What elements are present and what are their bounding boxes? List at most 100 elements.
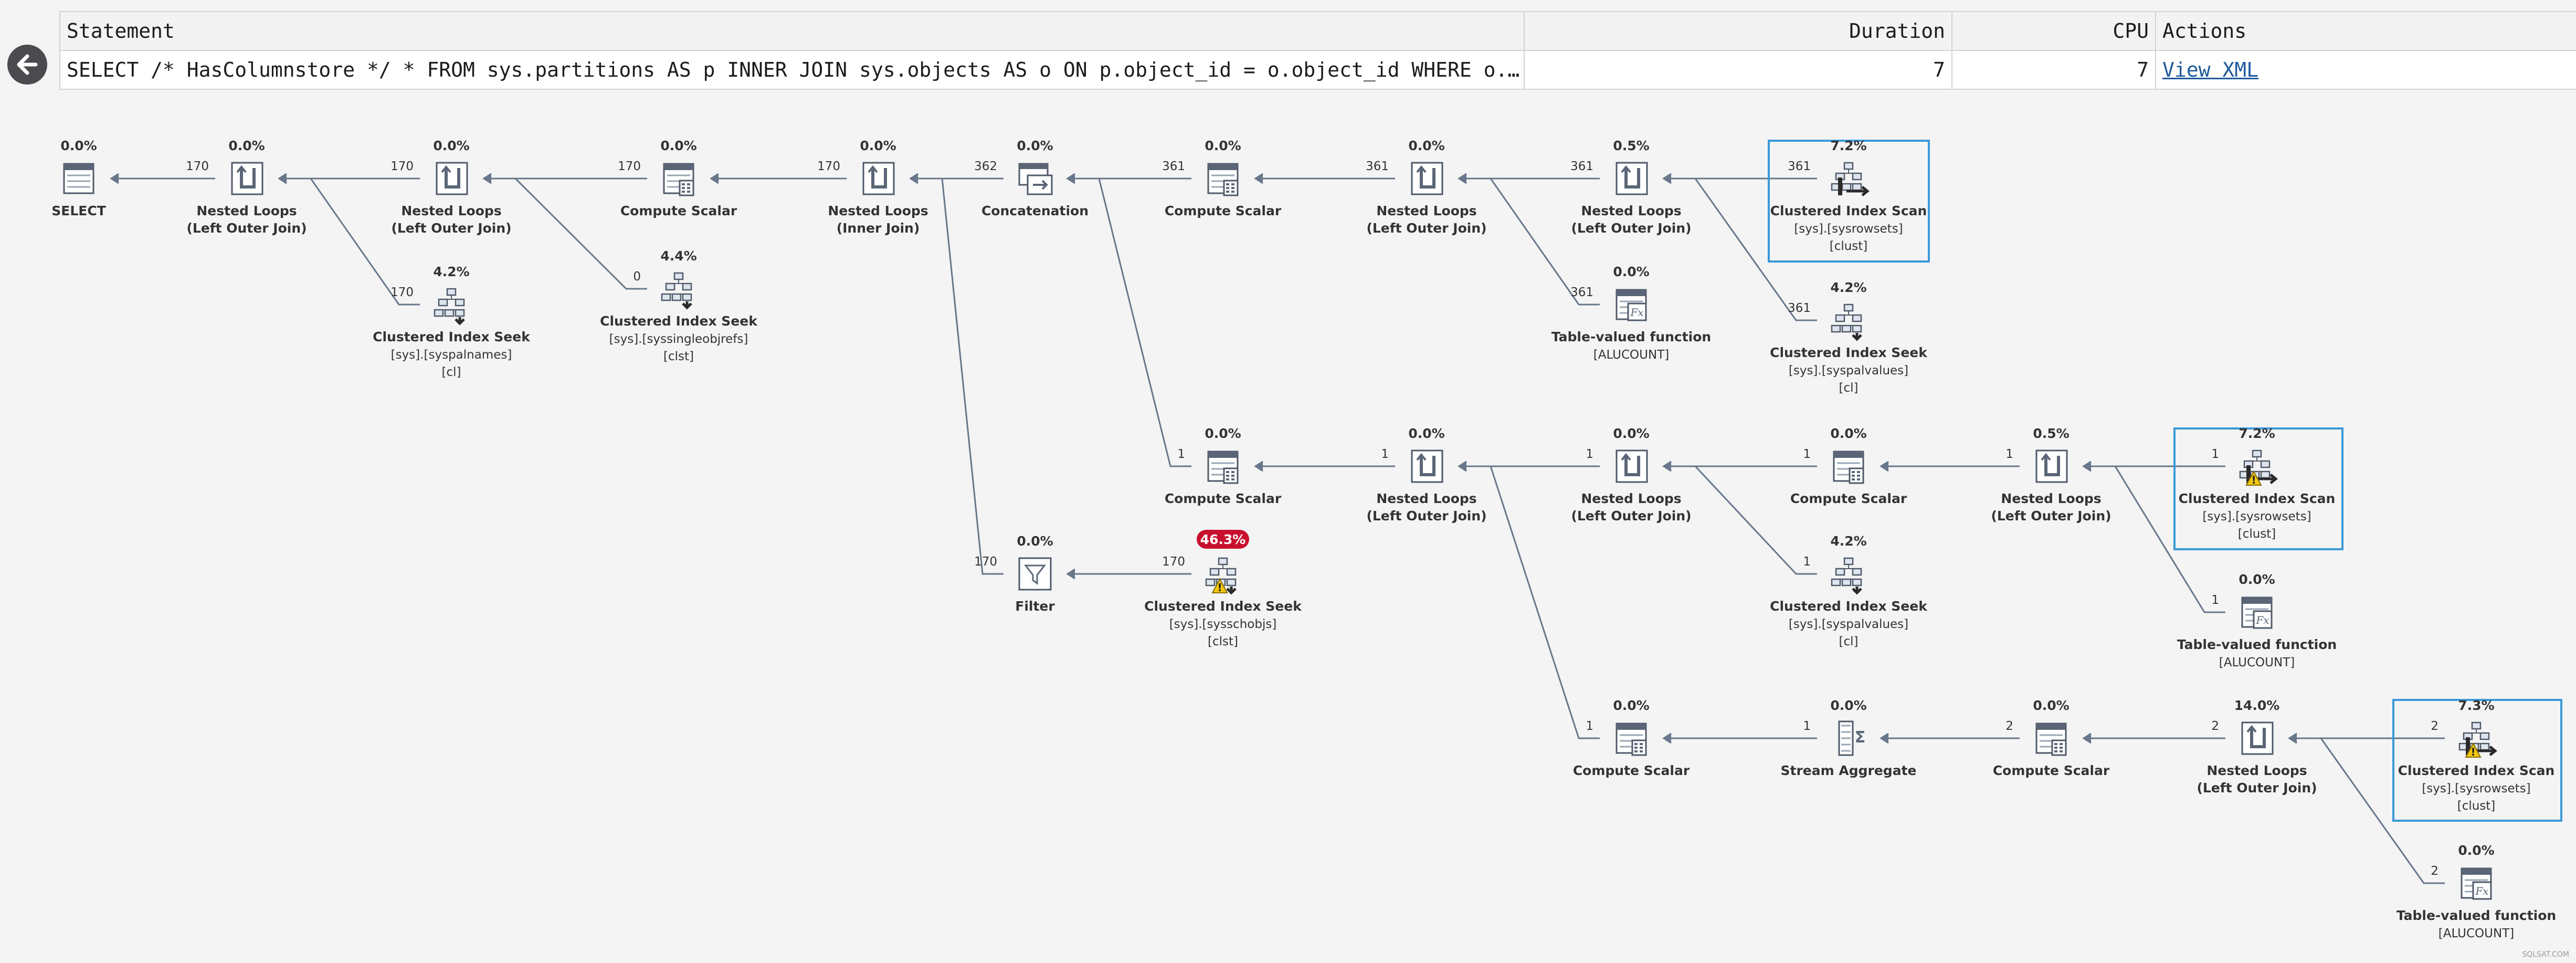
plan-edge-line — [1664, 177, 1817, 321]
plan-node-nl5[interactable]: 0.5% Nested Loops (Left Outer Join) — [1571, 138, 1691, 236]
plan-edge: 170 — [278, 173, 420, 306]
row-count-label: 170 — [618, 160, 641, 173]
plan-edge-arrowhead — [1880, 732, 1889, 744]
operator-detail: (Left Outer Join) — [186, 221, 307, 236]
filter-icon — [1018, 557, 1052, 591]
plan-edge: 1 — [1662, 719, 1817, 744]
operator-name: Clustered Index Seek — [1770, 345, 1928, 360]
plan-edge: 1 — [1458, 447, 1600, 472]
watermark-text: SQLSAT.COM — [2522, 950, 2569, 959]
operator-detail: [cl] — [1839, 635, 1859, 648]
operator-detail: [ALUCOUNT] — [2219, 656, 2295, 669]
operator-detail: (Inner Join) — [837, 221, 920, 236]
plan-edge-arrowhead — [1254, 173, 1263, 184]
plan-edge: 170 — [278, 160, 420, 184]
operator-name: Nested Loops — [1581, 491, 1681, 506]
row-count-label: 361 — [1366, 160, 1389, 173]
plan-edge-line — [1459, 465, 1600, 739]
plan-node-tvf1[interactable]: 0.0% Fx Table-valued function [ALUCOUNT] — [1551, 264, 1711, 362]
row-count-label: 1 — [2005, 447, 2013, 461]
plan-node-cis3[interactable]: 7.3%! Clustered Index Scan [sys].[sysrowse… — [2398, 698, 2555, 813]
plan-edge-line — [1068, 177, 1191, 467]
cost-percent: 0.5% — [2033, 426, 2069, 441]
svg-text:Fx: Fx — [1630, 306, 1643, 319]
plan-edge-arrowhead — [1662, 460, 1672, 472]
plan-node-nl3[interactable]: 0.0% Nested Loops (Inner Join) — [828, 138, 928, 236]
nested-loops-icon — [436, 162, 468, 195]
row-count-label: 361 — [1570, 160, 1593, 173]
plan-node-cis1[interactable]: 7.2% Clustered Index Scan [sys].[sysrowset… — [1770, 138, 1927, 253]
stream-aggregate-icon: Σ — [1838, 720, 1866, 756]
plan-node-nl6[interactable]: 0.0% Nested Loops (Left Outer Join) — [1366, 426, 1486, 524]
cost-percent: 0.0% — [1408, 138, 1444, 153]
compute-scalar-icon — [2035, 723, 2067, 756]
operator-name: Table-valued function — [1551, 329, 1711, 344]
row-count-label: 1 — [1177, 447, 1185, 461]
svg-text:Σ: Σ — [1855, 728, 1866, 747]
execution-plan-diagram: 170 170 170 170 0 170 362 170 361 1 361 361 361 361 36… — [51, 138, 2569, 959]
plan-edge-arrowhead — [1662, 732, 1672, 744]
plan-node-seek3[interactable]: 4.2% Clustered Index Seek [sys].[syspalval… — [1770, 280, 1928, 395]
operator-name: Nested Loops — [2001, 491, 2101, 506]
row-count-label: 1 — [2211, 593, 2219, 607]
operator-detail: (Left Outer Join) — [1571, 508, 1691, 524]
compute-scalar-icon — [663, 163, 694, 196]
row-count-label: 170 — [390, 160, 414, 173]
operator-detail: [sys].[sysrowsets] — [2422, 782, 2530, 795]
plan-node-tvf3[interactable]: 0.0% Fx Table-valued function [ALUCOUNT] — [2396, 843, 2556, 940]
plan-node-seek2[interactable]: 4.4% Clustered Index Seek [sys].[syssingle… — [600, 248, 758, 363]
plan-node-select[interactable]: 0.0% SELECT — [51, 138, 106, 218]
plan-node-cis2[interactable]: 7.2%! Clustered Index Scan [sys].[sysrowse… — [2179, 426, 2336, 541]
plan-edge-arrowhead — [110, 173, 119, 184]
plan-edge-arrowhead — [278, 173, 287, 184]
plan-node-nl9[interactable]: 14.0% Nested Loops (Left Outer Join) — [2197, 698, 2317, 795]
cost-percent: 7.2% — [2239, 426, 2275, 441]
table-valued-function-icon: Fx — [2461, 867, 2492, 900]
operator-detail: [sys].[syspalvalues] — [1789, 617, 1908, 631]
operator-detail: (Left Outer Join) — [1366, 221, 1486, 236]
cost-percent: 0.0% — [1205, 426, 1241, 441]
row-count-label: 1 — [1803, 555, 1811, 569]
plan-node-tvf2[interactable]: 0.0% Fx Table-valued function [ALUCOUNT] — [2177, 572, 2337, 669]
clustered-index-seek-icon — [434, 288, 465, 326]
plan-edge-arrowhead — [1662, 173, 1672, 184]
operator-name: Clustered Index Scan — [2398, 763, 2555, 778]
operator-detail: [clust] — [2457, 799, 2496, 813]
operator-detail: [ALUCOUNT] — [1593, 348, 1669, 362]
plan-edge: 170 — [710, 160, 847, 184]
clustered-index-seek-icon — [1831, 303, 1862, 341]
row-count-label: 1 — [1803, 719, 1811, 733]
operator-detail: [sys].[sysrowsets] — [2202, 510, 2311, 524]
cost-percent: 0.0% — [228, 138, 265, 153]
plan-edge-arrowhead — [1458, 173, 1467, 184]
operator-detail: [sys].[sysrowsets] — [1794, 222, 1903, 236]
nested-loops-icon — [2241, 721, 2274, 755]
row-count-label: 170 — [186, 160, 209, 173]
cost-percent: 14.0% — [2234, 698, 2280, 713]
plan-node-filter[interactable]: 0.0% Filter — [1015, 533, 1055, 614]
operator-name: Clustered Index Seek — [600, 313, 758, 329]
cost-percent: 0.0% — [1613, 264, 1649, 279]
row-count-label: 170 — [817, 160, 840, 173]
cost-percent: 0.0% — [660, 138, 696, 153]
operator-detail: [sys].[syssingleobjrefs] — [609, 332, 748, 346]
plan-node-seek5[interactable]: 4.2% Clustered Index Seek [sys].[syspalval… — [1770, 533, 1928, 648]
cost-percent: 0.0% — [1017, 138, 1053, 153]
cost-percent: 0.0% — [433, 138, 469, 153]
plan-edge-arrowhead — [2082, 732, 2092, 744]
plan-node-nl2[interactable]: 0.0% Nested Loops (Left Outer Join) — [391, 138, 511, 236]
plan-node-seek4[interactable]: 46.3%! Clustered Index Seek [sys].[sysscho… — [1144, 530, 1302, 648]
plan-edge: 170 — [110, 160, 215, 184]
plan-node-nl4[interactable]: 0.0% Nested Loops (Left Outer Join) — [1366, 138, 1486, 236]
cost-percent: 7.2% — [1830, 138, 1866, 153]
plan-node-seek1[interactable]: 4.2% Clustered Index Seek [sys].[syspalnam… — [373, 264, 531, 379]
svg-text:!: ! — [1217, 581, 1222, 594]
operator-detail: [sys].[syspalnames] — [391, 348, 512, 362]
operator-detail: [clst] — [663, 350, 694, 363]
plan-node-nl1[interactable]: 0.0% Nested Loops (Left Outer Join) — [186, 138, 307, 236]
plan-node-nl7[interactable]: 0.0% Nested Loops (Left Outer Join) — [1571, 426, 1691, 524]
cost-percent: 4.2% — [433, 264, 469, 279]
operator-detail: [sys].[syspalvalues] — [1789, 364, 1908, 378]
row-count-label: 361 — [1788, 301, 1811, 315]
plan-node-nl8[interactable]: 0.5% Nested Loops (Left Outer Join) — [1991, 426, 2111, 524]
